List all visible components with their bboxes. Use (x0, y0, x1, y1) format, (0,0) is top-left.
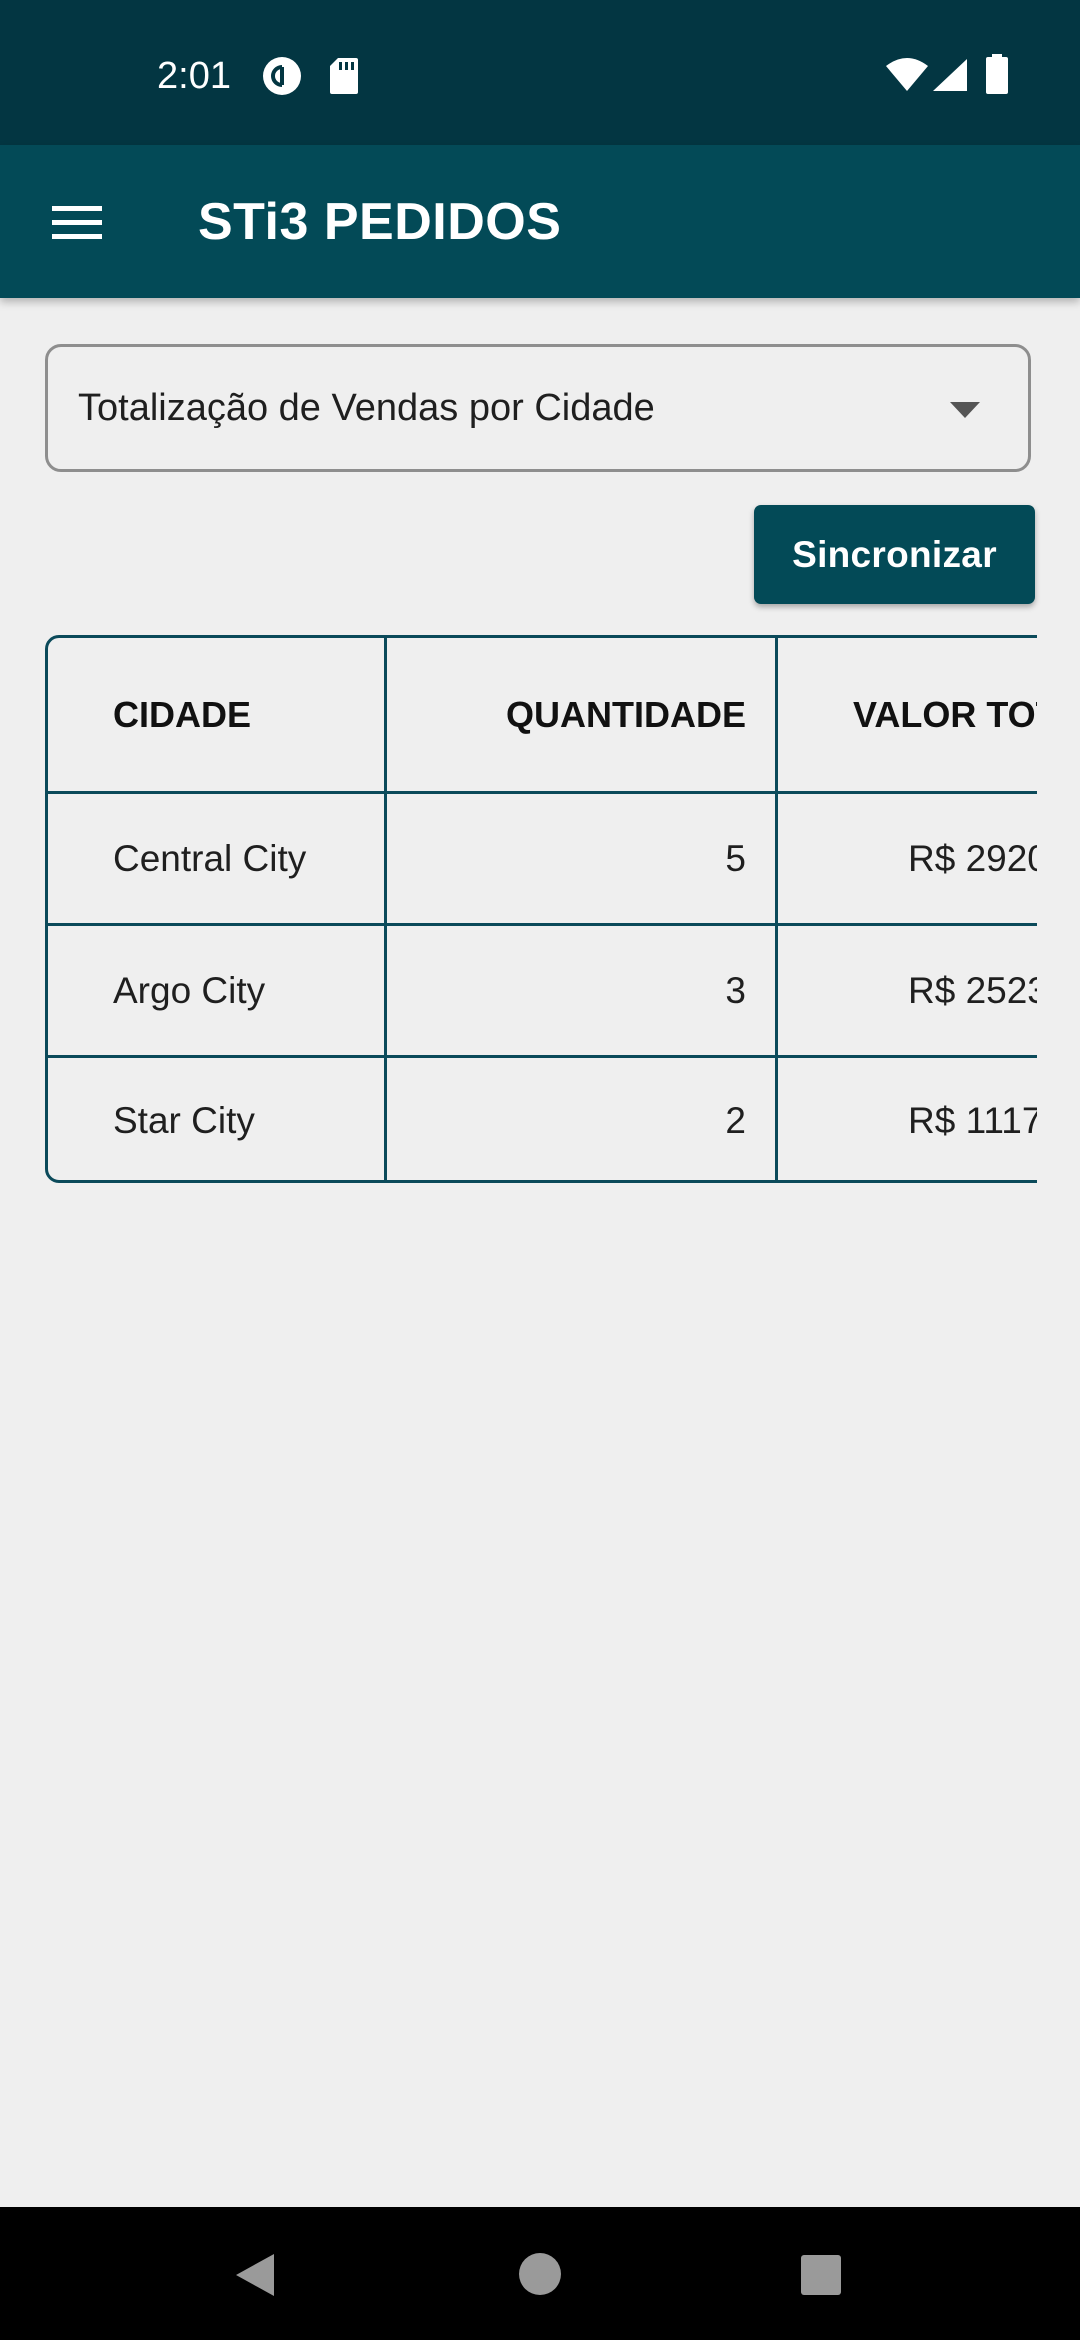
city-cell: Argo City (113, 969, 266, 1011)
column-header-total-value[interactable]: VALOR TOTAL (853, 638, 1037, 791)
total-value-cell: R$ 2523 (908, 926, 1037, 1055)
wifi-icon (886, 58, 928, 91)
cell-signal-icon (933, 59, 967, 91)
total-value-cell: R$ 1117 (908, 1058, 1037, 1183)
column-header-city[interactable]: CIDADE (113, 638, 383, 791)
column-header-quantity-label: QUANTIDADE (506, 693, 746, 735)
back-icon[interactable] (232, 2252, 278, 2298)
report-select-value: Totalização de Vendas por Cidade (78, 387, 655, 429)
quantity-cell: 5 (386, 794, 746, 923)
city-cell: Central City (113, 837, 307, 879)
quantity-cell: 3 (386, 926, 746, 1055)
home-icon[interactable] (518, 2252, 562, 2296)
dropdown-arrow-icon (950, 402, 980, 418)
menu-button[interactable] (38, 185, 114, 261)
sales-by-city-table: CIDADE QUANTIDADE VALOR TOTAL Central Ci… (45, 635, 1037, 1185)
table-header-row: CIDADE QUANTIDADE VALOR TOTAL (48, 638, 1037, 791)
pocket-casts-icon (263, 57, 301, 95)
battery-icon (986, 54, 1008, 94)
quantity-cell: 2 (386, 1058, 746, 1183)
quantity-value: 5 (725, 837, 746, 879)
total-value: R$ 2920 (908, 837, 1037, 879)
status-bar: 2:01 (0, 0, 1080, 145)
column-header-quantity[interactable]: QUANTIDADE (386, 638, 746, 791)
report-select-dropdown[interactable]: Totalização de Vendas por Cidade (45, 344, 1031, 472)
table-frame: CIDADE QUANTIDADE VALOR TOTAL Central Ci… (45, 635, 1037, 1183)
sync-button[interactable]: Sincronizar (754, 505, 1035, 604)
column-header-total-value-label: VALOR TOTAL (853, 693, 1037, 735)
quantity-value: 2 (725, 1099, 746, 1141)
system-nav-bar (0, 2207, 1080, 2340)
recents-icon[interactable] (800, 2254, 842, 2296)
status-time: 2:01 (157, 55, 231, 97)
app-title: STi3 PEDIDOS (198, 193, 562, 251)
total-value: R$ 2523 (908, 969, 1037, 1011)
hamburger-menu-icon (52, 206, 102, 239)
total-value: R$ 1117 (908, 1099, 1037, 1141)
city-cell: Star City (113, 1099, 255, 1141)
table-row[interactable]: Central City 5 R$ 2920 (48, 791, 1037, 923)
app-bar: STi3 PEDIDOS (0, 145, 1080, 298)
total-value-cell: R$ 2920 (908, 794, 1037, 923)
quantity-value: 3 (725, 969, 746, 1011)
table-row[interactable]: Star City 2 R$ 1117 (48, 1055, 1037, 1183)
sd-card-icon (330, 58, 358, 94)
table-row[interactable]: Argo City 3 R$ 2523 (48, 923, 1037, 1055)
